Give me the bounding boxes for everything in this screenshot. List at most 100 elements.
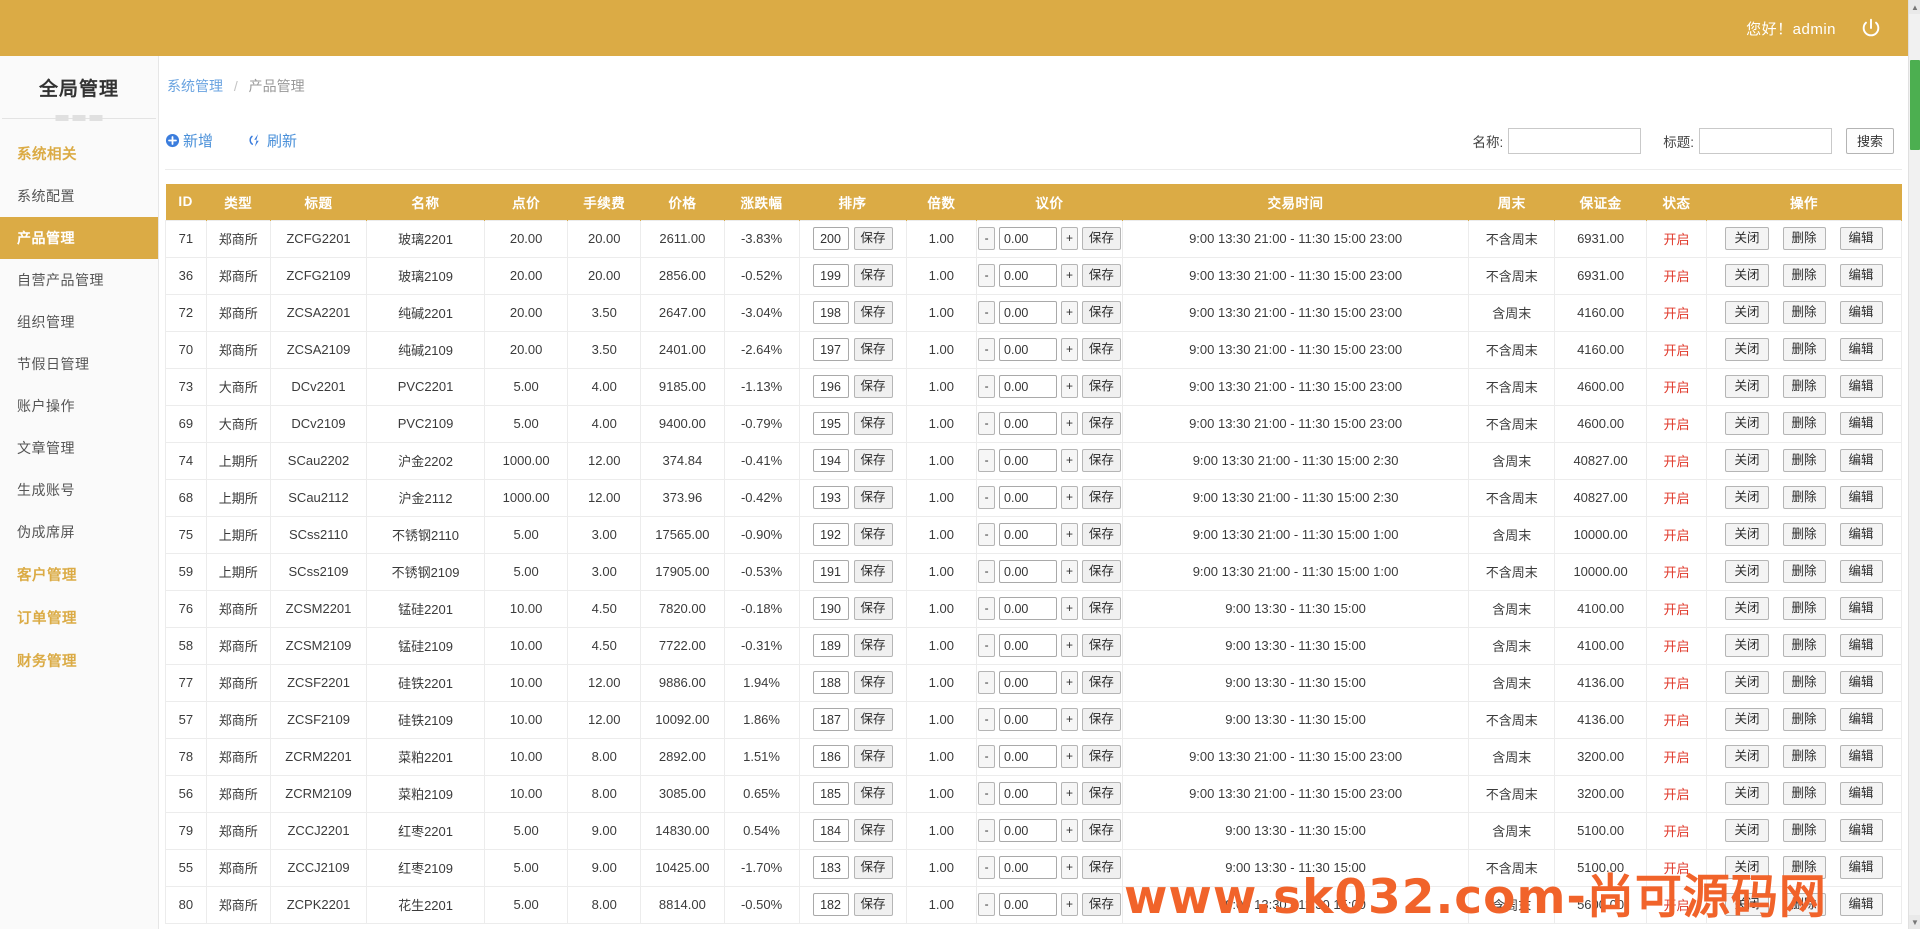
edit-button[interactable]: 编辑 <box>1839 745 1883 768</box>
sort-input[interactable] <box>812 671 849 694</box>
edit-button[interactable]: 编辑 <box>1839 375 1883 398</box>
bid-increment-button[interactable]: + <box>1061 782 1078 805</box>
sidebar-item-fake-seats[interactable]: 伪成席屏 <box>0 511 158 553</box>
bid-save-button[interactable]: 保存 <box>1081 412 1121 435</box>
edit-button[interactable]: 编辑 <box>1839 523 1883 546</box>
sort-input[interactable] <box>812 264 849 287</box>
close-button[interactable]: 关闭 <box>1725 671 1769 694</box>
delete-button[interactable]: 删除 <box>1782 597 1826 620</box>
bid-input[interactable] <box>999 486 1058 509</box>
bid-decrement-button[interactable]: - <box>978 523 996 546</box>
sidebar-item-generate-account[interactable]: 生成账号 <box>0 469 158 511</box>
delete-button[interactable]: 删除 <box>1782 893 1826 916</box>
sort-input[interactable] <box>812 597 849 620</box>
sidebar-group-finance[interactable]: 财务管理 <box>0 639 158 682</box>
sort-input[interactable] <box>812 227 849 250</box>
close-button[interactable]: 关闭 <box>1725 634 1769 657</box>
bid-decrement-button[interactable]: - <box>978 893 996 916</box>
bid-decrement-button[interactable]: - <box>978 634 996 657</box>
bid-decrement-button[interactable]: - <box>978 301 996 324</box>
sidebar-item-product-management[interactable]: 产品管理 <box>0 217 158 259</box>
sort-save-button[interactable]: 保存 <box>853 745 893 768</box>
scroll-down-arrow[interactable]: ▼ <box>1909 915 1920 929</box>
bid-save-button[interactable]: 保存 <box>1081 560 1121 583</box>
bid-decrement-button[interactable]: - <box>978 597 996 620</box>
status-badge[interactable]: 开启 <box>1664 232 1690 247</box>
edit-button[interactable]: 编辑 <box>1839 671 1883 694</box>
add-button[interactable]: 新增 <box>165 130 213 151</box>
sort-save-button[interactable]: 保存 <box>853 264 893 287</box>
bid-save-button[interactable]: 保存 <box>1081 264 1121 287</box>
delete-button[interactable]: 删除 <box>1782 523 1826 546</box>
edit-button[interactable]: 编辑 <box>1839 560 1883 583</box>
bid-input[interactable] <box>999 708 1058 731</box>
sidebar-item-holiday-management[interactable]: 节假日管理 <box>0 343 158 385</box>
bid-increment-button[interactable]: + <box>1061 486 1078 509</box>
edit-button[interactable]: 编辑 <box>1839 264 1883 287</box>
sort-save-button[interactable]: 保存 <box>853 486 893 509</box>
delete-button[interactable]: 删除 <box>1782 449 1826 472</box>
edit-button[interactable]: 编辑 <box>1839 486 1883 509</box>
edit-button[interactable]: 编辑 <box>1839 634 1883 657</box>
sort-input[interactable] <box>812 412 849 435</box>
bid-save-button[interactable]: 保存 <box>1081 338 1121 361</box>
sort-input[interactable] <box>812 856 849 879</box>
bid-increment-button[interactable]: + <box>1061 597 1078 620</box>
bid-decrement-button[interactable]: - <box>978 671 996 694</box>
search-title-input[interactable] <box>1698 127 1832 154</box>
bid-save-button[interactable]: 保存 <box>1081 523 1121 546</box>
bid-decrement-button[interactable]: - <box>978 412 996 435</box>
bid-input[interactable] <box>999 782 1058 805</box>
bid-input[interactable] <box>999 264 1058 287</box>
sort-input[interactable] <box>812 375 849 398</box>
bid-increment-button[interactable]: + <box>1061 856 1078 879</box>
bid-save-button[interactable]: 保存 <box>1081 745 1121 768</box>
refresh-button[interactable]: 刷新 <box>249 130 297 151</box>
bid-decrement-button[interactable]: - <box>978 782 996 805</box>
bid-input[interactable] <box>999 893 1058 916</box>
bid-increment-button[interactable]: + <box>1061 412 1078 435</box>
sort-input[interactable] <box>812 708 849 731</box>
bid-input[interactable] <box>999 634 1058 657</box>
sort-save-button[interactable]: 保存 <box>853 893 893 916</box>
sort-input[interactable] <box>812 745 849 768</box>
delete-button[interactable]: 删除 <box>1782 264 1826 287</box>
delete-button[interactable]: 删除 <box>1782 560 1826 583</box>
status-badge[interactable]: 开启 <box>1664 787 1690 802</box>
delete-button[interactable]: 删除 <box>1782 375 1826 398</box>
status-badge[interactable]: 开启 <box>1664 713 1690 728</box>
delete-button[interactable]: 删除 <box>1782 782 1826 805</box>
sidebar-item-account-operations[interactable]: 账户操作 <box>0 385 158 427</box>
edit-button[interactable]: 编辑 <box>1839 227 1883 250</box>
edit-button[interactable]: 编辑 <box>1839 338 1883 361</box>
page-scrollbar[interactable]: ▲ ▼ <box>1908 0 1920 929</box>
close-button[interactable]: 关闭 <box>1725 301 1769 324</box>
status-badge[interactable]: 开启 <box>1664 565 1690 580</box>
bid-input[interactable] <box>999 560 1058 583</box>
bid-increment-button[interactable]: + <box>1061 264 1078 287</box>
search-submit-button[interactable]: 搜索 <box>1845 127 1894 154</box>
sort-save-button[interactable]: 保存 <box>853 819 893 842</box>
sort-save-button[interactable]: 保存 <box>853 412 893 435</box>
bid-increment-button[interactable]: + <box>1061 338 1078 361</box>
close-button[interactable]: 关闭 <box>1725 412 1769 435</box>
sort-input[interactable] <box>812 486 849 509</box>
sidebar-item-org-management[interactable]: 组织管理 <box>0 301 158 343</box>
bid-save-button[interactable]: 保存 <box>1081 227 1121 250</box>
breadcrumb-root[interactable]: 系统管理 <box>167 78 223 94</box>
bid-save-button[interactable]: 保存 <box>1081 375 1121 398</box>
close-button[interactable]: 关闭 <box>1725 486 1769 509</box>
bid-save-button[interactable]: 保存 <box>1081 634 1121 657</box>
edit-button[interactable]: 编辑 <box>1839 893 1883 916</box>
sort-input[interactable] <box>812 523 849 546</box>
sort-save-button[interactable]: 保存 <box>853 523 893 546</box>
bid-save-button[interactable]: 保存 <box>1081 893 1121 916</box>
bid-increment-button[interactable]: + <box>1061 634 1078 657</box>
sort-save-button[interactable]: 保存 <box>853 338 893 361</box>
sort-save-button[interactable]: 保存 <box>853 671 893 694</box>
sort-save-button[interactable]: 保存 <box>853 301 893 324</box>
bid-increment-button[interactable]: + <box>1061 819 1078 842</box>
bid-increment-button[interactable]: + <box>1061 745 1078 768</box>
status-badge[interactable]: 开启 <box>1664 861 1690 876</box>
edit-button[interactable]: 编辑 <box>1839 449 1883 472</box>
